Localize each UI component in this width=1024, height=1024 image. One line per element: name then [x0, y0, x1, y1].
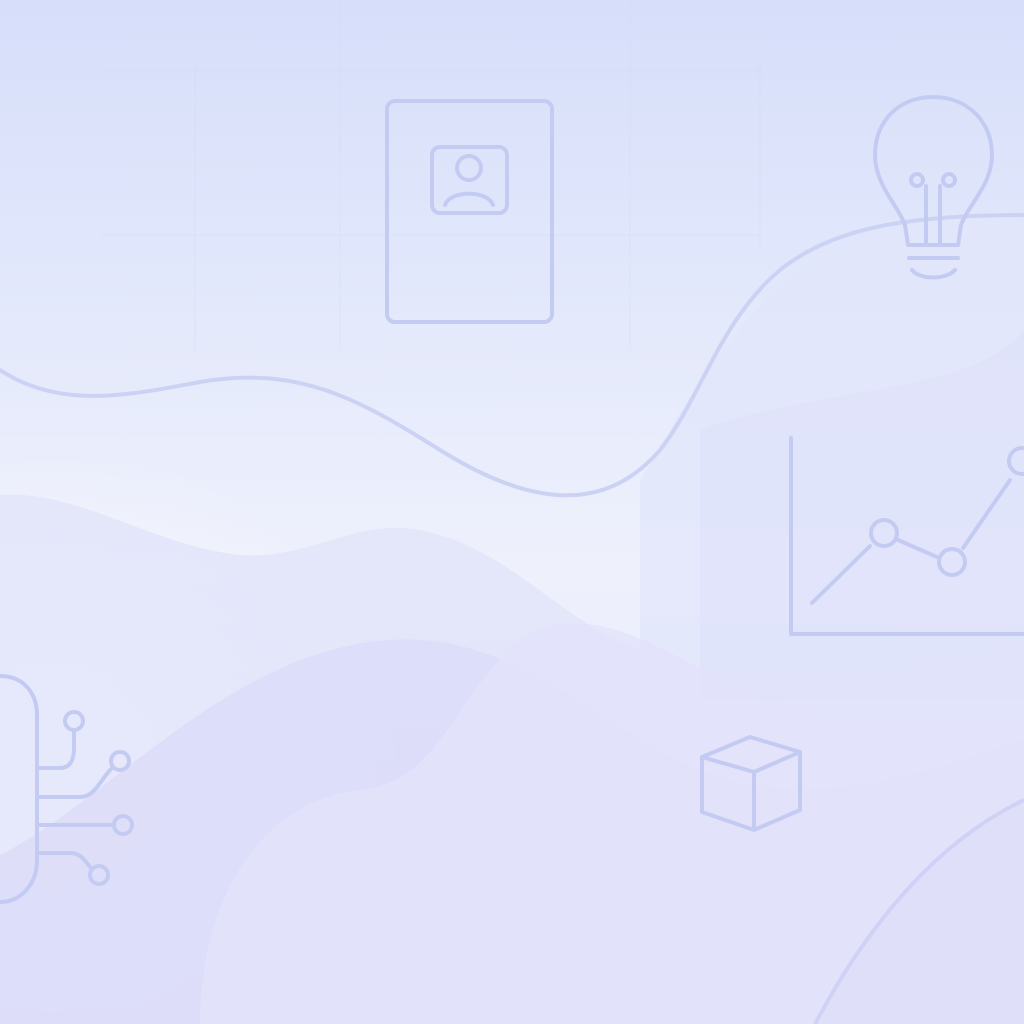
- background-canvas: [0, 0, 1024, 1024]
- background-illustration: [0, 0, 1024, 1024]
